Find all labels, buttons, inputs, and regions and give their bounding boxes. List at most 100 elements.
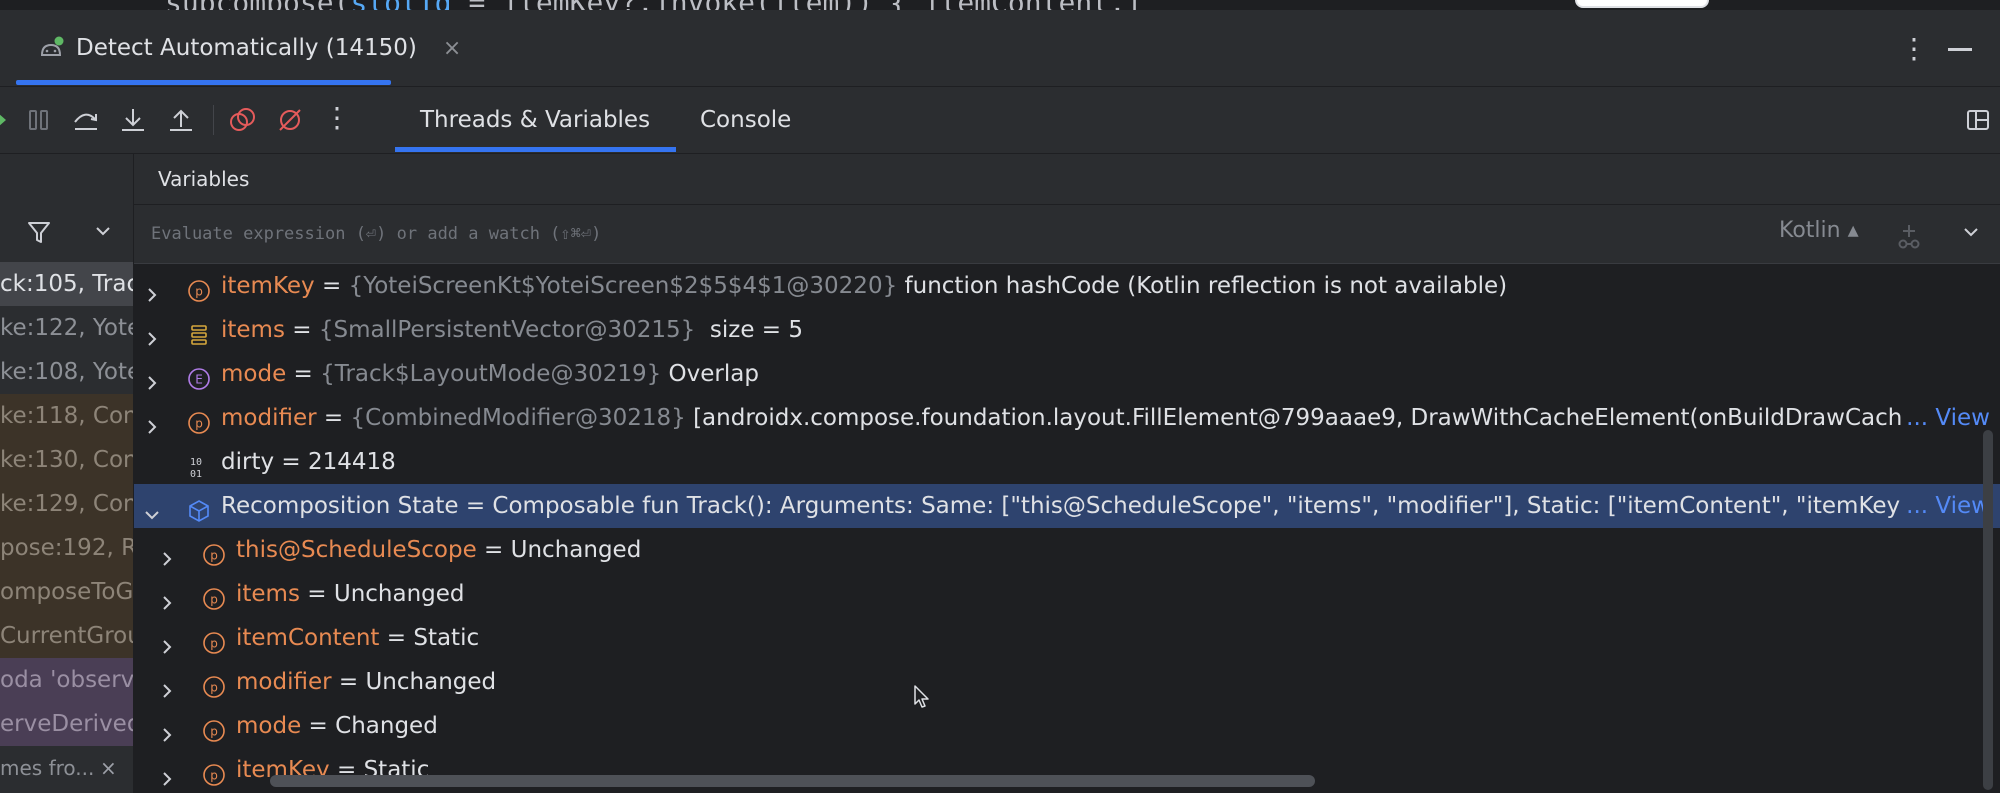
child-variable-row[interactable]: p this@ScheduleScope = Unchanged [134, 528, 2000, 572]
child-variable-row[interactable]: p items = Unchanged [134, 572, 2000, 616]
variable-value: Static [413, 625, 480, 651]
variable-row[interactable]: p modifier = {CombinedModifier@30218} [an… [134, 396, 2000, 440]
variable-value: size = 5 [695, 317, 803, 343]
variable-name: mode [221, 361, 287, 387]
chevron-right-icon[interactable] [157, 628, 177, 654]
step-over-icon[interactable] [71, 105, 101, 135]
tab-console[interactable]: Console [700, 87, 791, 153]
chevron-right-icon[interactable] [142, 364, 162, 390]
frame-item[interactable]: erveDerived [0, 702, 133, 746]
variables-title: Variables [158, 167, 250, 191]
filter-icon[interactable] [26, 218, 52, 246]
session-tab[interactable]: Detect Automatically (14150) × [36, 10, 461, 86]
view-breakpoints-icon[interactable] [228, 105, 258, 135]
horizontal-scrollbar[interactable] [270, 775, 1315, 787]
session-tab-indicator [16, 80, 391, 85]
variable-text: this@ScheduleScope = Unchanged [236, 528, 641, 572]
chevron-down-icon[interactable] [142, 496, 162, 520]
variable-name: itemKey [221, 273, 315, 299]
chevron-down-icon[interactable] [1960, 221, 1982, 243]
list-icon [187, 318, 211, 345]
tab-threads-variables[interactable]: Threads & Variables [395, 87, 675, 153]
more-actions-icon[interactable]: ⋮ [322, 104, 352, 135]
resume-icon[interactable] [0, 105, 22, 135]
variable-text: modifier = {CombinedModifier@30218} [and… [221, 396, 1917, 440]
language-select[interactable]: Kotlin ▴ [1779, 218, 1859, 243]
close-icon[interactable]: × [443, 36, 461, 61]
equals-sign: = [476, 537, 511, 563]
variable-row[interactable]: p itemKey = {YoteiScreenKt$YoteiScreen$2$… [134, 264, 2000, 308]
svg-text:p: p [195, 285, 203, 299]
svg-text:p: p [210, 681, 218, 695]
frame-item[interactable]: oda 'observe [0, 658, 133, 702]
layout-icon[interactable] [1965, 107, 1991, 133]
close-icon[interactable]: × [100, 746, 117, 790]
equals-sign: = [379, 625, 414, 651]
editor-code-strip: subcompose(slotId = itemKey?.invoke(item… [0, 0, 2000, 10]
frame-item[interactable]: ke:108, Yote [0, 350, 133, 394]
equals-sign: = [314, 273, 349, 299]
object-reference: {CombinedModifier@30218} [350, 405, 686, 431]
frame-item[interactable]: ke:118, Com [0, 394, 133, 438]
minimize-icon[interactable] [1948, 48, 1972, 51]
frame-item[interactable]: omposeToGr [0, 570, 133, 614]
pause-icon[interactable] [24, 105, 54, 135]
object-reference: {YoteiScreenKt$YoteiScreen$2$5$4$1@30220… [348, 273, 898, 299]
equals-sign: = [284, 317, 319, 343]
variable-row[interactable]: items = {SmallPersistentVector@30215} si… [134, 308, 2000, 352]
vertical-scrollbar[interactable] [1983, 430, 1993, 790]
equals-sign: = [458, 493, 493, 519]
property-icon: p [187, 274, 211, 302]
object-reference: {SmallPersistentVector@30215} [318, 317, 696, 343]
variable-value: Unchanged [365, 669, 497, 695]
view-link[interactable]: ... View [1902, 484, 1990, 528]
property-icon: p [202, 758, 226, 786]
frame-item[interactable]: ck:105, Track [0, 262, 133, 306]
child-variable-row[interactable]: p itemContent = Static [134, 616, 2000, 660]
variable-text: Recomposition State = Composable fun Tra… [221, 484, 1920, 528]
variable-name: items [221, 317, 285, 343]
evaluate-expression-input[interactable] [149, 218, 1253, 250]
chevron-right-icon[interactable] [142, 408, 162, 434]
variable-value: 214418 [307, 449, 396, 475]
svg-text:p: p [210, 725, 218, 739]
variable-value: function hashCode (Kotlin reflection is … [897, 273, 1508, 299]
chevron-right-icon[interactable] [157, 540, 177, 566]
frame-item[interactable]: ke:122, Yote [0, 306, 133, 350]
more-options-icon[interactable]: ⋮ [1900, 32, 1928, 65]
variables-header: Variables [134, 154, 2000, 205]
equals-sign: = [299, 581, 334, 607]
child-variable-row[interactable]: p modifier = Unchanged [134, 660, 2000, 704]
frame-item[interactable]: CurrentGrou [0, 614, 133, 658]
step-out-icon[interactable] [166, 105, 196, 135]
add-watch-icon[interactable] [1894, 221, 1924, 251]
chevron-right-icon[interactable] [142, 276, 162, 302]
object-reference: {Track$LayoutMode@30219} [320, 361, 662, 387]
svg-text:p: p [210, 593, 218, 607]
child-variable-row[interactable]: p mode = Changed [134, 704, 2000, 748]
variable-row[interactable]: 10 01 dirty = 214418 [134, 440, 2000, 484]
frame-item[interactable]: pose:192, R [0, 526, 133, 570]
view-link[interactable]: ... View [1902, 396, 1990, 440]
frame-item[interactable]: ke:129, Com [0, 482, 133, 526]
svg-text:E: E [195, 373, 203, 387]
variable-name: items [236, 581, 300, 607]
chevron-right-icon[interactable] [157, 672, 177, 698]
editor-code-line: subcompose(slotId = itemKey?.invoke(item… [165, 0, 1143, 10]
variable-value: Unchanged [510, 537, 642, 563]
chevron-down-icon[interactable] [92, 220, 114, 242]
variable-row[interactable]: Recomposition State = Composable fun Tra… [134, 484, 2000, 528]
step-into-icon[interactable] [118, 105, 148, 135]
chevron-right-icon[interactable] [142, 320, 162, 346]
frame-item[interactable]: ke:130, Com [0, 438, 133, 482]
chevron-right-icon[interactable] [157, 584, 177, 610]
variable-row[interactable]: Emode = {Track$LayoutMode@30219} Overlap [134, 352, 2000, 396]
variable-name: modifier [221, 405, 317, 431]
variable-text: mode = Changed [236, 704, 438, 748]
chevron-right-icon[interactable] [157, 760, 177, 786]
chevron-right-icon[interactable] [157, 716, 177, 742]
toolbar-divider [213, 105, 214, 135]
variable-value: Composable fun Track(): Arguments: Same:… [492, 493, 1920, 519]
enum-icon: E [187, 362, 211, 390]
mute-breakpoints-icon[interactable] [275, 105, 305, 135]
